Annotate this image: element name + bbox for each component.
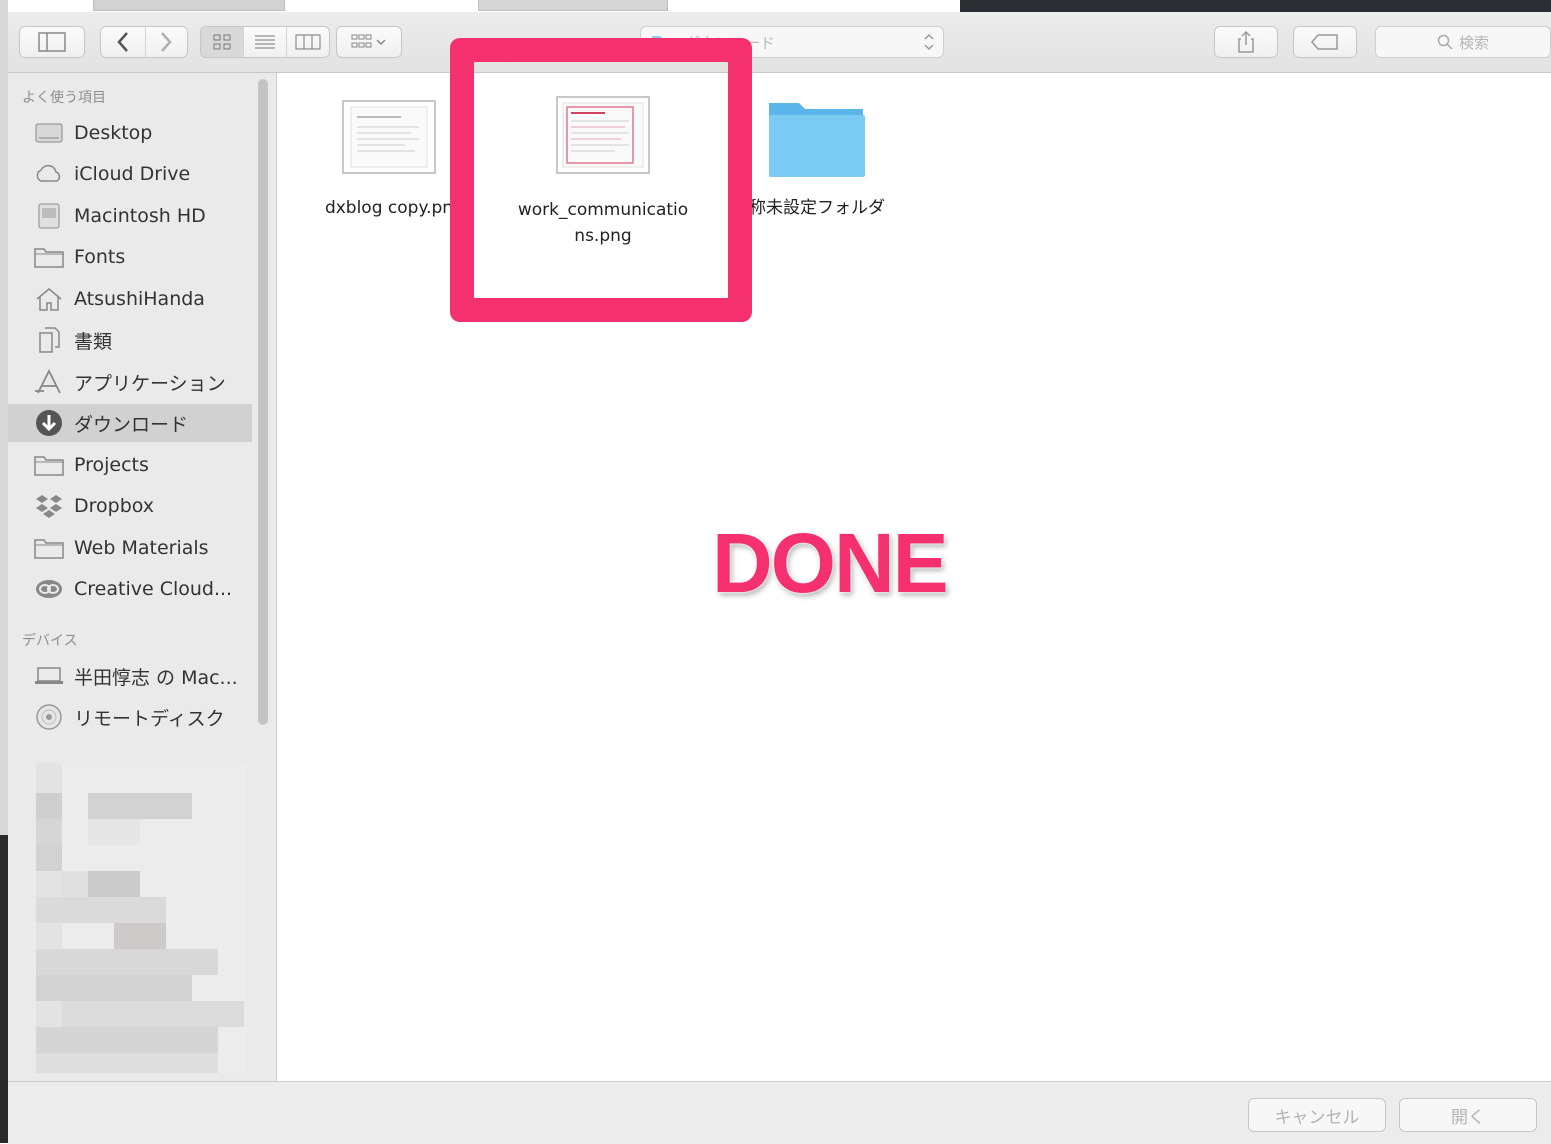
sidebar-item-dropbox[interactable]: Dropbox — [8, 487, 252, 525]
open-button[interactable]: 開く — [1399, 1098, 1537, 1132]
sidebar-item-label: Projects — [74, 454, 149, 476]
updown-chevron-icon — [924, 33, 934, 51]
sidebar-item-documents[interactable]: 書類 — [8, 321, 252, 359]
share-icon — [1238, 31, 1254, 53]
hard-drive-icon — [34, 203, 64, 229]
tag-icon — [1311, 34, 1338, 50]
done-annotation: DONE — [712, 516, 949, 610]
sidebar-item-label: 書類 — [74, 330, 113, 353]
sidebar: よく使う項目 Desktop iCloud Drive Macintosh HD… — [8, 73, 277, 1081]
sidebar-item-label: 半田惇志 の Mac... — [74, 666, 238, 689]
sidebar-toggle-icon — [38, 32, 66, 52]
sidebar-item-label: Creative Cloud... — [74, 578, 233, 600]
sidebar-item-icloud-drive[interactable]: iCloud Drive — [8, 155, 252, 193]
home-icon — [34, 286, 64, 312]
divider — [145, 27, 146, 57]
image-file-icon — [342, 100, 436, 174]
laptop-icon — [34, 663, 64, 689]
share-button[interactable] — [1214, 26, 1278, 58]
download-icon — [34, 410, 64, 436]
sidebar-item-projects[interactable]: Projects — [8, 446, 252, 484]
column-view-button[interactable] — [286, 27, 329, 57]
applications-icon — [34, 369, 64, 395]
folder-icon — [34, 535, 64, 561]
dialog-footer: キャンセル 開く — [8, 1081, 1551, 1144]
sidebar-item-label: リモートディスク — [74, 707, 225, 730]
sidebar-item-label: Fonts — [74, 246, 126, 268]
sidebar-item-label: AtsushiHanda — [74, 288, 205, 310]
sidebar-item-macintosh-hd[interactable]: Macintosh HD — [8, 197, 252, 235]
sidebar-item-label: Macintosh HD — [74, 205, 206, 227]
sidebar-item-desktop[interactable]: Desktop — [8, 114, 252, 152]
sidebar-item-label: iCloud Drive — [74, 163, 191, 185]
devices-heading: デバイス — [22, 633, 78, 649]
view-mode-group — [200, 26, 330, 58]
sidebar-item-creative-cloud[interactable]: Creative Cloud... — [8, 570, 252, 608]
back-button[interactable] — [101, 27, 144, 57]
sidebar-toggle-button[interactable] — [19, 26, 85, 58]
background-window-tab — [478, 0, 668, 11]
desktop-background — [0, 835, 8, 1143]
cloud-icon — [34, 161, 64, 187]
highlight-annotation-box — [450, 38, 752, 322]
sidebar-item-label: Dropbox — [74, 495, 155, 517]
arrange-button[interactable] — [336, 26, 402, 58]
back-forward-group — [100, 26, 188, 58]
folder-icon — [769, 103, 865, 177]
icon-view-icon — [213, 34, 231, 50]
search-icon — [1437, 34, 1453, 50]
favorites-heading: よく使う項目 — [22, 90, 106, 106]
chevron-left-icon — [116, 32, 128, 52]
list-view-icon — [255, 35, 275, 49]
list-view-button[interactable] — [243, 27, 286, 57]
sidebar-item-label: Web Materials — [74, 537, 209, 559]
icon-view-button[interactable] — [201, 27, 243, 57]
documents-icon — [34, 327, 64, 353]
background-window-tab — [93, 0, 285, 11]
sidebar-item-label: アプリケーション — [74, 372, 226, 395]
sidebar-item-applications[interactable]: アプリケーション — [8, 363, 252, 401]
sidebar-item-web-materials[interactable]: Web Materials — [8, 529, 252, 567]
pixelated-redaction — [36, 763, 246, 1073]
disc-icon — [34, 704, 64, 730]
forward-button[interactable] — [144, 27, 187, 57]
sidebar-item-home[interactable]: AtsushiHanda — [8, 280, 252, 318]
chevron-right-icon — [160, 32, 172, 52]
creative-cloud-icon — [34, 576, 64, 602]
sidebar-item-fonts[interactable]: Fonts — [8, 238, 252, 276]
sidebar-item-remote-disc[interactable]: リモートディスク — [8, 698, 252, 736]
sidebar-scrollbar[interactable] — [258, 79, 268, 725]
sidebar-item-downloads[interactable]: ダウンロード — [8, 404, 252, 442]
sidebar-item-this-mac[interactable]: 半田惇志 の Mac... — [8, 657, 252, 695]
toolbar: ダウンロード 検索 — [8, 12, 1551, 73]
column-view-icon — [295, 34, 321, 50]
search-input[interactable]: 検索 — [1375, 26, 1551, 58]
desktop-background — [960, 0, 1551, 12]
cancel-button[interactable]: キャンセル — [1248, 1098, 1386, 1132]
search-placeholder: 検索 — [1458, 33, 1489, 52]
sidebar-item-label: ダウンロード — [74, 413, 189, 436]
folder-icon — [34, 452, 64, 478]
desktop-icon — [34, 120, 64, 146]
folder-icon — [34, 244, 64, 270]
dropbox-icon — [34, 493, 64, 519]
tag-button[interactable] — [1293, 26, 1357, 58]
arrange-icon — [351, 34, 386, 48]
sidebar-item-label: Desktop — [74, 122, 153, 144]
